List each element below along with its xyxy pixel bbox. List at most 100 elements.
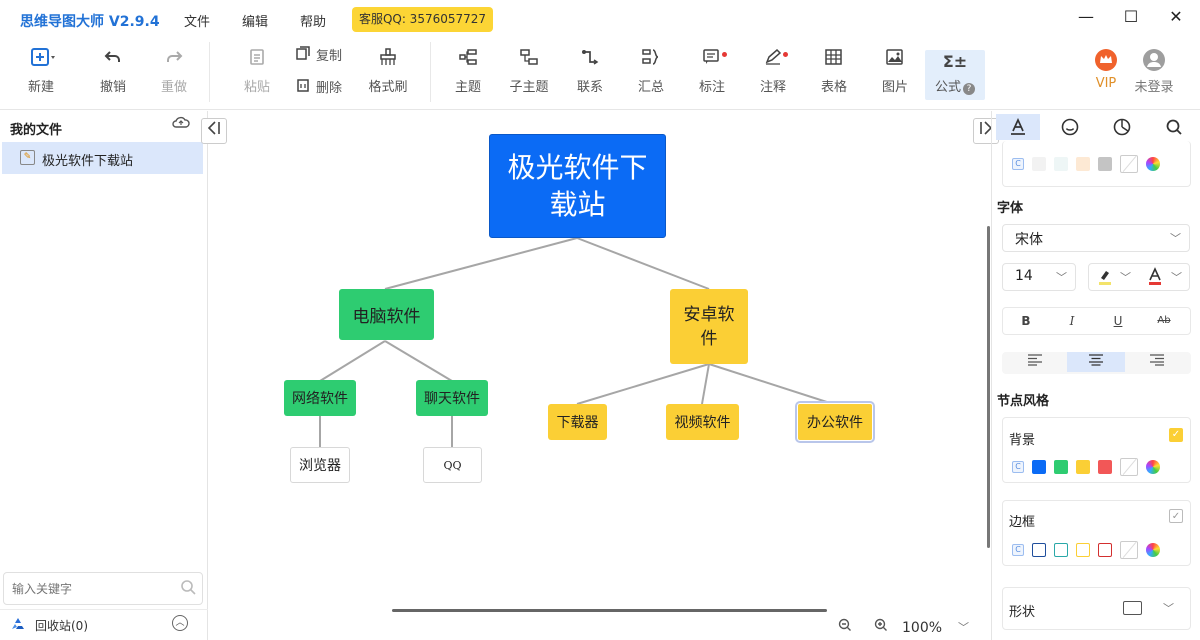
subtopic-button[interactable]: 子主题 <box>501 48 557 100</box>
align-right-icon[interactable] <box>1128 352 1186 372</box>
zoom-out-icon[interactable] <box>838 618 852 636</box>
copy-button[interactable]: 复制 <box>295 45 342 64</box>
login-button[interactable]: 未登录 <box>1126 48 1182 100</box>
paste-button[interactable]: 粘贴 <box>229 48 285 100</box>
note-button[interactable]: 注释 <box>745 48 801 100</box>
menu-file[interactable]: 文件 <box>184 11 210 30</box>
menu-edit[interactable]: 编辑 <box>242 11 268 30</box>
branch-node-pc[interactable]: 电脑软件 <box>339 289 434 340</box>
strikethrough-button[interactable]: Ab <box>1142 308 1186 334</box>
summary-button[interactable]: 汇总 <box>623 48 679 100</box>
border-checkbox[interactable]: ✓ <box>1169 509 1183 523</box>
color-swatch[interactable] <box>1054 157 1068 171</box>
color-swatch[interactable] <box>1032 460 1046 474</box>
subtopic-node[interactable]: 网络软件 <box>284 380 356 416</box>
relation-icon <box>562 48 618 72</box>
help-icon[interactable]: ? <box>963 83 975 95</box>
font-color-icon[interactable] <box>1147 267 1163 291</box>
color-swatch[interactable] <box>1076 157 1090 171</box>
marker-button[interactable]: 标注 <box>684 48 740 100</box>
tab-icon-smiley[interactable] <box>1048 114 1092 140</box>
minimize-button[interactable]: — <box>1074 6 1098 30</box>
underline-button[interactable]: U <box>1096 308 1140 334</box>
undo-button[interactable]: 撤销 <box>85 48 141 100</box>
cloud-sync-icon[interactable] <box>172 115 190 133</box>
color-picker-icon[interactable] <box>1146 543 1160 557</box>
new-button[interactable]: 新建 <box>13 48 69 100</box>
zoom-in-icon[interactable] <box>874 618 888 636</box>
font-size-select[interactable]: 14 ﹀ <box>1002 263 1076 291</box>
horizontal-scrollbar[interactable] <box>392 609 827 612</box>
align-left-icon[interactable] <box>1006 352 1064 372</box>
color-picker-icon[interactable] <box>1146 157 1160 171</box>
shape-card: 形状 ﹀ <box>1002 587 1191 630</box>
paste-label: 粘贴 <box>243 80 270 95</box>
italic-button[interactable]: I <box>1050 308 1094 334</box>
align-center-icon[interactable] <box>1067 352 1125 372</box>
color-swatch[interactable] <box>1054 460 1068 474</box>
color-picker-icon[interactable] <box>1146 460 1160 474</box>
pencil-icon <box>745 48 801 72</box>
chevron-down-icon[interactable]: ﹀ <box>958 619 969 635</box>
color-swatch[interactable] <box>1032 157 1046 171</box>
search-icon[interactable] <box>180 579 196 599</box>
menu-help[interactable]: 帮助 <box>300 11 326 30</box>
tab-search[interactable] <box>1152 114 1196 140</box>
leaf-node[interactable]: 浏览器 <box>290 447 350 483</box>
color-swatch[interactable] <box>1032 543 1046 557</box>
color-swatch[interactable] <box>1098 157 1112 171</box>
file-list-item[interactable]: ✎ 极光软件下载站 <box>2 142 203 174</box>
subtopic-node[interactable]: 视频软件 <box>666 404 739 440</box>
custom-color-icon[interactable]: C <box>1012 158 1024 170</box>
chevron-down-icon[interactable]: ﹀ <box>1163 600 1174 616</box>
no-color-swatch[interactable] <box>1120 458 1138 476</box>
summary-label: 汇总 <box>637 80 664 95</box>
background-card: 背景 ✓ C <box>1002 417 1191 483</box>
table-button[interactable]: 表格 <box>806 48 862 100</box>
leaf-node[interactable]: QQ <box>423 447 482 483</box>
selected-node[interactable]: 办公软件 <box>795 401 875 443</box>
note-label: 注释 <box>759 80 786 95</box>
no-color-swatch[interactable] <box>1120 155 1138 173</box>
tab-text-style[interactable] <box>996 114 1040 140</box>
service-badge[interactable]: 客服QQ: 3576057727 <box>352 7 493 32</box>
maximize-button[interactable]: ☐ <box>1119 6 1143 30</box>
color-swatch[interactable] <box>1054 543 1068 557</box>
image-button[interactable]: 图片 <box>867 48 923 100</box>
formula-button[interactable]: Σ± 公式? <box>925 50 985 100</box>
no-color-swatch[interactable] <box>1120 541 1138 559</box>
redo-label: 重做 <box>160 80 187 95</box>
border-label: 边框 <box>1009 515 1036 530</box>
color-swatch[interactable] <box>1098 543 1112 557</box>
tab-theme-pie[interactable] <box>1100 114 1144 140</box>
subtopic-node[interactable]: 下载器 <box>548 404 607 440</box>
copy-label: 复制 <box>316 49 343 64</box>
subtopic-node[interactable]: 聊天软件 <box>416 380 488 416</box>
background-checkbox[interactable]: ✓ <box>1169 428 1183 442</box>
delete-button[interactable]: 删除 <box>295 77 342 96</box>
mindmap-canvas[interactable]: 极光软件下载站 电脑软件 安卓软件 网络软件 聊天软件 浏览器 QQ 下载器 视… <box>209 111 990 640</box>
chevron-up-icon[interactable]: ︿ <box>172 615 188 631</box>
rectangle-shape-icon[interactable] <box>1123 601 1142 615</box>
font-family-select[interactable]: 宋体 ﹀ <box>1002 224 1190 252</box>
custom-color-icon[interactable]: C <box>1012 461 1024 473</box>
collapse-left-icon[interactable] <box>201 118 227 144</box>
format-painter-button[interactable]: 格式刷 <box>360 48 416 100</box>
bold-button[interactable]: B <box>1004 308 1048 334</box>
chevron-down-icon[interactable]: ﹀ <box>1120 269 1131 285</box>
recycle-bin-row[interactable]: 回收站(0) ︿ <box>0 609 208 640</box>
color-swatch[interactable] <box>1076 543 1090 557</box>
topic-button[interactable]: 主题 <box>440 48 496 100</box>
highlight-icon[interactable] <box>1097 268 1113 290</box>
close-button[interactable]: ✕ <box>1164 6 1188 30</box>
custom-color-icon[interactable]: C <box>1012 544 1024 556</box>
color-swatch[interactable] <box>1076 460 1090 474</box>
chevron-down-icon[interactable]: ﹀ <box>1171 269 1182 285</box>
redo-button[interactable]: 重做 <box>146 48 202 100</box>
branch-node-android[interactable]: 安卓软件 <box>670 289 748 364</box>
relation-button[interactable]: 联系 <box>562 48 618 100</box>
vertical-scrollbar[interactable] <box>987 226 990 548</box>
root-node[interactable]: 极光软件下载站 <box>489 134 666 238</box>
search-input[interactable] <box>4 573 164 604</box>
color-swatch[interactable] <box>1098 460 1112 474</box>
